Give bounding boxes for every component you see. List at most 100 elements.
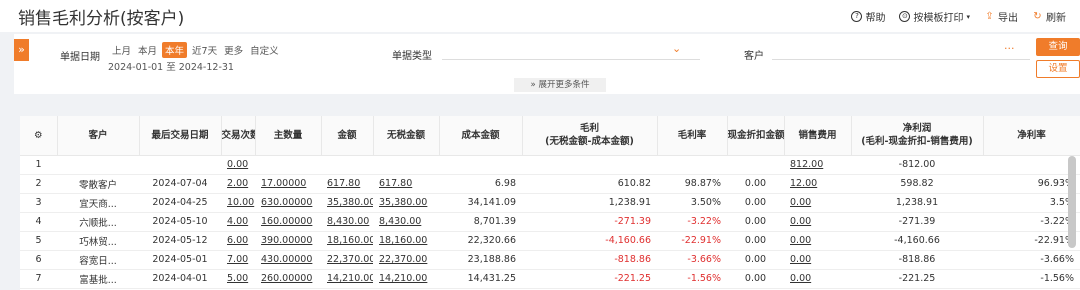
template-print-button[interactable]: ⊙ 按模板打印 ▾	[899, 9, 970, 24]
cell-value: 1,238.91	[895, 197, 939, 208]
table-row[interactable]: 1 0.00 812.00 -812.00	[20, 155, 1080, 175]
col-customer[interactable]: 客户	[57, 116, 140, 156]
table-cell	[983, 155, 1080, 175]
col-amount[interactable]: 金额	[321, 116, 374, 156]
table-cell[interactable]: 630.00000	[255, 193, 321, 213]
table-cell[interactable]: 17.00000	[255, 174, 321, 194]
quick-this-year[interactable]: 本年	[162, 42, 188, 58]
table-cell: -1.56%	[983, 269, 1080, 289]
table-cell[interactable]: 10.00	[221, 193, 255, 213]
table-cell[interactable]: 0.00	[784, 193, 851, 213]
table-cell[interactable]: 617.80	[373, 174, 439, 194]
refresh-button[interactable]: ↻ 刷新	[1032, 9, 1066, 24]
help-button[interactable]: ? 帮助	[851, 9, 885, 24]
customer-input[interactable]	[772, 44, 1030, 60]
cell-value: 0.00	[790, 197, 812, 208]
expand-panel-button[interactable]: »	[14, 39, 29, 61]
table-cell[interactable]: 390.00000	[255, 231, 321, 251]
table-cell: 巧林贸...	[57, 231, 139, 251]
cell-value: 巧林贸...	[79, 236, 117, 248]
table-row[interactable]: 7 富基批... 2024-04-01 5.00 260.00000 14,210.00 1…	[20, 269, 1080, 289]
table-cell[interactable]: 0.00	[784, 231, 851, 251]
cell-value: 0.00	[744, 254, 767, 265]
table-cell[interactable]: 35,380.00	[321, 193, 373, 213]
quick-custom[interactable]: 自定义	[248, 42, 281, 58]
col-main-qty[interactable]: 主数量	[255, 116, 322, 156]
col-sales-expense[interactable]: 销售费用	[784, 116, 852, 156]
query-button[interactable]: 查询	[1036, 38, 1080, 56]
quick-this-month[interactable]: 本月	[136, 42, 159, 58]
cell-value: 812.00	[790, 159, 824, 170]
table-cell[interactable]	[255, 155, 321, 175]
table-cell[interactable]: 0.00	[784, 212, 851, 232]
cell-value: 0.00	[790, 216, 812, 227]
table-cell[interactable]: 12.00	[784, 174, 851, 194]
col-gross-profit[interactable]: 毛利 (无税金额-成本金额)	[522, 116, 658, 156]
table-cell: 3	[20, 193, 57, 213]
vertical-scrollbar[interactable]	[1068, 156, 1076, 248]
quick-more[interactable]: 更多	[222, 42, 245, 58]
table-cell[interactable]: 4.00	[221, 212, 255, 232]
expand-more-conditions[interactable]: » 展开更多条件	[514, 78, 606, 92]
table-cell[interactable]: 0.00	[221, 155, 255, 175]
date-range[interactable]: 2024-01-01 至 2024-12-31	[108, 59, 234, 73]
table-row[interactable]: 5 巧林贸... 2024-05-12 6.00 390.00000 18,160.00 1…	[20, 231, 1080, 251]
column-settings[interactable]: ⚙	[20, 116, 58, 156]
table-cell[interactable]	[321, 155, 373, 175]
col-cash-discount[interactable]: 现金折扣金额	[727, 116, 785, 156]
col-trade-count[interactable]: 交易次数	[221, 116, 256, 156]
table-cell[interactable]: 2.00	[221, 174, 255, 194]
table-cell[interactable]: 260.00000	[255, 269, 321, 289]
col-gross-margin[interactable]: 毛利率	[657, 116, 728, 156]
cell-value: 2024-04-01	[152, 273, 208, 284]
table-cell[interactable]: 617.80	[321, 174, 373, 194]
table-cell: -4,160.66	[522, 231, 657, 251]
cell-value: 12.00	[790, 178, 818, 189]
table-row[interactable]: 6 容宽日... 2024-05-01 7.00 430.00000 22,370.00 2…	[20, 250, 1080, 270]
more-dots-icon[interactable]: ···	[1004, 42, 1015, 55]
table-cell[interactable]: 812.00	[784, 155, 851, 175]
table-cell: -3.22%	[657, 212, 727, 232]
table-cell[interactable]: 35,380.00	[373, 193, 439, 213]
col-net-profit[interactable]: 净利润 (毛利-现金折扣-销售费用)	[851, 116, 984, 156]
table-cell[interactable]: 0.00	[784, 269, 851, 289]
table-cell[interactable]: 5.00	[221, 269, 255, 289]
cell-value: 4.00	[227, 216, 249, 227]
table-cell[interactable]: 22,370.00	[373, 250, 439, 270]
cell-value: 0.00	[744, 178, 767, 189]
table-row[interactable]: 3 宜天商... 2024-04-25 10.00 630.00000 35,380.00…	[20, 193, 1080, 213]
cell-value: 2024-05-12	[152, 235, 208, 246]
table-row[interactable]: 2 零散客户 2024-07-04 2.00 17.00000 617.80 617.80 6…	[20, 174, 1080, 194]
col-net-margin[interactable]: 净利率	[983, 116, 1080, 156]
table-cell[interactable]: 6.00	[221, 231, 255, 251]
table-row[interactable]: 4 六顺批... 2024-05-10 4.00 160.00000 8,430.00 8,…	[20, 212, 1080, 232]
table-cell[interactable]: 430.00000	[255, 250, 321, 270]
quick-last-7-days[interactable]: 近7天	[190, 42, 219, 58]
quick-last-month[interactable]: 上月	[110, 42, 133, 58]
export-button[interactable]: ⇪ 导出	[984, 9, 1018, 24]
table-cell[interactable]: 22,370.00	[321, 250, 373, 270]
table-cell[interactable]: 7.00	[221, 250, 255, 270]
table-cell[interactable]: 18,160.00	[373, 231, 439, 251]
table-cell[interactable]: 14,210.00	[321, 269, 373, 289]
col-last-trade-date[interactable]: 最后交易日期	[139, 116, 222, 156]
table-cell[interactable]	[373, 155, 439, 175]
col-cost-amount[interactable]: 成本金额	[439, 116, 523, 156]
table-cell[interactable]: 160.00000	[255, 212, 321, 232]
table-cell[interactable]: 8,430.00	[373, 212, 439, 232]
gear-icon[interactable]: ⚙	[34, 130, 43, 141]
cell-value: 617.80	[379, 178, 413, 189]
table-cell[interactable]: 8,430.00	[321, 212, 373, 232]
cell-value: 35,380.00	[379, 197, 428, 208]
chevron-down-icon[interactable]: ⌄	[672, 42, 681, 55]
double-chevron-down-icon: »	[530, 80, 536, 90]
col-untaxed-amount[interactable]: 无税金额	[373, 116, 440, 156]
cell-value: 2024-05-01	[152, 254, 208, 265]
table-cell[interactable]: 18,160.00	[321, 231, 373, 251]
table-cell: 34,141.09	[439, 193, 522, 213]
settings-button[interactable]: 设置	[1036, 60, 1080, 78]
table-cell[interactable]: 14,210.00	[373, 269, 439, 289]
cell-value: 260.00000	[261, 273, 313, 284]
table-cell[interactable]: 0.00	[784, 250, 851, 270]
doctype-select[interactable]	[442, 44, 700, 60]
